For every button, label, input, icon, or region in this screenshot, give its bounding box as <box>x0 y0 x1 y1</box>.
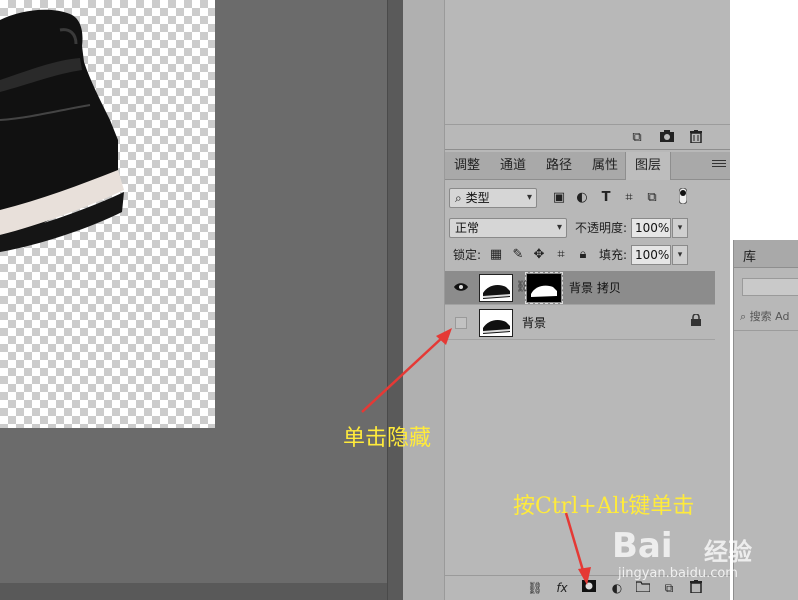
tab-paths[interactable]: 路径 <box>537 152 581 180</box>
layer-mask-thumbnail[interactable] <box>525 272 563 304</box>
chevron-down-icon: ▾ <box>526 192 532 203</box>
pixel-filter-icon[interactable]: ▣ <box>551 188 567 208</box>
opacity-label: 不透明度: <box>575 221 628 235</box>
tab-properties[interactable]: 属性 <box>583 152 627 180</box>
lock-artboard-icon[interactable]: ⌗ <box>553 245 569 265</box>
layer-name[interactable]: 背景 <box>522 314 546 331</box>
tab-library[interactable]: 库 <box>734 240 798 268</box>
blend-mode-dropdown[interactable]: 正常 ▾ <box>449 218 567 238</box>
filter-type-dropdown[interactable]: ⌕ 类型 ▾ <box>449 188 537 208</box>
type-filter-icon[interactable]: T <box>598 188 614 208</box>
new-snapshot-icon[interactable]: ⧉ <box>628 130 646 146</box>
watermark-url: jingyan.baidu.com <box>618 566 738 581</box>
library-tab-label: 库 <box>743 250 757 265</box>
shoe-image <box>0 9 124 252</box>
opacity-slider-chevron-icon[interactable]: ▾ <box>672 218 688 238</box>
trash-icon[interactable] <box>687 130 705 146</box>
lock-image-pixels-icon[interactable]: ✎ <box>510 245 526 265</box>
fill-slider-chevron-icon[interactable]: ▾ <box>672 245 688 265</box>
baidu-logo-cn: 经验 <box>704 538 752 566</box>
chevron-down-icon: ▾ <box>556 222 562 233</box>
visibility-toggle-off[interactable] <box>455 317 467 329</box>
tab-channels[interactable]: 通道 <box>491 152 535 180</box>
history-panel: ⧉ <box>445 0 730 150</box>
opacity-field[interactable]: 100% <box>631 218 671 238</box>
tab-layers[interactable]: 图层 <box>625 152 671 180</box>
visibility-eye-icon[interactable] <box>453 280 469 296</box>
document-canvas[interactable] <box>0 0 387 583</box>
add-mask-icon[interactable] <box>580 580 598 596</box>
lock-icon <box>691 313 701 329</box>
baidu-logo: Bai <box>612 526 673 566</box>
layer-thumbnail[interactable] <box>479 274 513 302</box>
library-dropdown[interactable] <box>742 278 798 296</box>
lock-transparent-pixels-icon[interactable]: ▦ <box>488 245 504 265</box>
status-bar <box>0 583 400 600</box>
blend-mode-value: 正常 <box>455 221 480 235</box>
layer-row[interactable]: ⛓︎ 背景 拷贝 <box>445 271 715 305</box>
history-panel-footer: ⧉ <box>445 124 730 150</box>
document-image[interactable] <box>0 0 215 428</box>
camera-icon[interactable] <box>658 130 676 146</box>
layer-row[interactable]: 背景 <box>445 306 715 340</box>
collapsed-panel-dock[interactable] <box>403 0 445 600</box>
lock-position-icon[interactable]: ✥ <box>531 245 547 265</box>
fx-icon[interactable]: fx <box>553 580 571 596</box>
fill-field[interactable]: 100% <box>631 245 671 265</box>
lock-label: 锁定: <box>453 248 482 262</box>
layer-thumbnail[interactable] <box>479 309 513 337</box>
link-icon[interactable]: ⛓︎ <box>526 580 544 596</box>
tab-adjustments[interactable]: 调整 <box>445 152 489 180</box>
library-search-input[interactable]: ⌕ 搜索 Ad <box>740 308 789 324</box>
lock-all-icon[interactable]: 🔒︎ <box>575 245 591 265</box>
panel-tabs: 调整 通道 路径 属性 图层 <box>445 152 730 180</box>
search-icon: ⌕ <box>740 310 750 323</box>
search-icon: ⌕ <box>455 191 462 205</box>
library-search-placeholder: 搜索 Ad <box>749 310 790 323</box>
panel-menu-icon[interactable] <box>712 158 726 172</box>
smart-object-filter-icon[interactable]: ⧉ <box>644 188 660 208</box>
annotation-hide-click: 单击隐藏 <box>343 426 432 451</box>
adjustment-filter-icon[interactable]: ◐ <box>574 188 590 208</box>
baidu-watermark: Bai 经验 jingyan.baidu.com <box>612 510 762 590</box>
divider <box>734 330 798 331</box>
shape-filter-icon[interactable]: ⌗ <box>621 188 637 208</box>
blend-opacity-row: 正常 ▾ 不透明度: 100% ▾ <box>445 218 730 240</box>
panel-divider <box>387 0 403 600</box>
filter-toggle-icon[interactable] <box>675 187 691 208</box>
lock-fill-row: 锁定: ▦ ✎ ✥ ⌗ 🔒︎ 填充: 100% ▾ <box>445 245 730 267</box>
fill-label: 填充: <box>599 248 628 262</box>
filter-type-label: 类型 <box>465 191 490 205</box>
layer-filter-row: ⌕ 类型 ▾ ▣ ◐ T ⌗ ⧉ <box>445 187 730 210</box>
layer-name[interactable]: 背景 拷贝 <box>569 279 621 296</box>
